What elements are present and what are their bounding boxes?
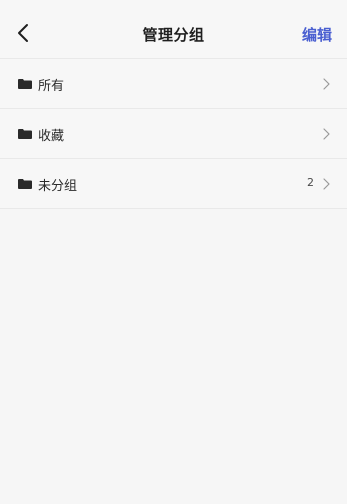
- folder-icon: [18, 79, 32, 89]
- page-title: 管理分组: [142, 26, 205, 44]
- group-count: 2: [307, 176, 314, 189]
- chevron-right-icon: [323, 178, 330, 190]
- chevron-right-icon: [323, 128, 330, 140]
- manage-groups-screen: 管理分组 编辑 所有 收藏 未分组 2: [0, 0, 347, 504]
- folder-icon: [18, 129, 32, 139]
- group-list: 所有 收藏 未分组 2: [0, 58, 347, 209]
- group-label: 所有: [38, 79, 65, 94]
- group-row-all[interactable]: 所有: [0, 58, 347, 108]
- group-label: 收藏: [38, 129, 65, 144]
- edit-button[interactable]: 编辑: [302, 24, 332, 45]
- group-row-ungrouped[interactable]: 未分组 2: [0, 158, 347, 209]
- nav-bar: 管理分组 编辑: [0, 0, 347, 58]
- group-label: 未分组: [38, 179, 78, 194]
- chevron-right-icon: [323, 78, 330, 90]
- folder-icon: [18, 179, 32, 189]
- group-row-favorites[interactable]: 收藏: [0, 108, 347, 158]
